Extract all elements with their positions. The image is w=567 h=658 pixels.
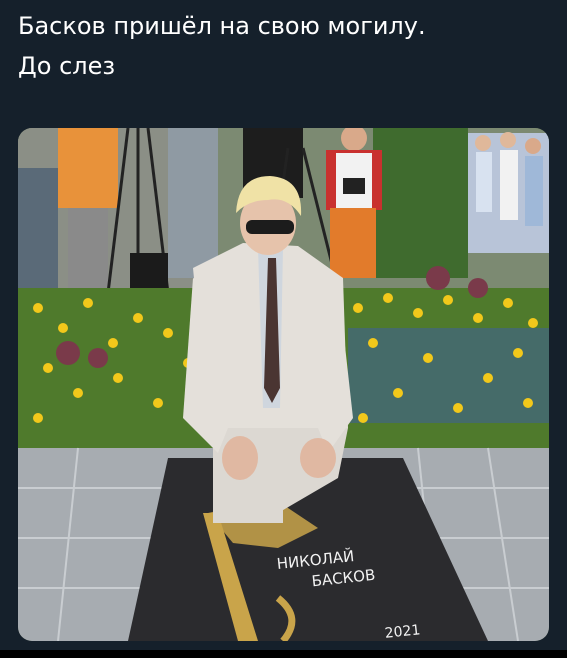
tweet-photo[interactable]: НИКОЛАЙ БАСКОВ 2021 bbox=[18, 128, 549, 641]
tweet-text-line-2: До слез bbox=[18, 52, 116, 80]
photo-illustration: НИКОЛАЙ БАСКОВ 2021 bbox=[18, 128, 549, 641]
tweet-text: Басков пришёл на свою могилу. До слез bbox=[18, 6, 548, 86]
bottom-strip bbox=[0, 650, 567, 658]
plaque-year: 2021 bbox=[384, 622, 421, 641]
photographer-red-vest bbox=[326, 128, 382, 278]
crowd-right bbox=[468, 132, 549, 253]
tweet-text-line-1: Басков пришёл на свою могилу. bbox=[18, 12, 426, 40]
hedge bbox=[373, 128, 468, 278]
